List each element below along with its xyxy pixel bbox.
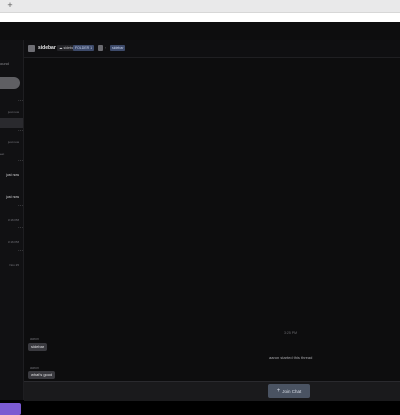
channel-header: sidebar ☁ sidebar FOLDER 1 › sidebar xyxy=(24,40,400,58)
app: ound ··· just now ··· just now eet ··· j… xyxy=(0,22,400,415)
sidebar-action-button[interactable] xyxy=(0,403,21,415)
tab-strip: + xyxy=(0,0,400,13)
more-icon[interactable]: ··· xyxy=(18,226,23,231)
more-icon[interactable]: ··· xyxy=(18,159,23,164)
sidebar-item-time: just now xyxy=(6,195,19,199)
message-author: aaron xyxy=(30,337,39,341)
time-divider: 3:25 PM xyxy=(284,331,298,335)
folder-chip[interactable]: FOLDER 1 xyxy=(73,45,95,51)
sidebar-item-label: eet xyxy=(0,152,5,156)
sidebar-item-time: just now xyxy=(7,140,19,144)
channel-name: sidebar xyxy=(38,45,56,51)
more-icon[interactable]: ··· xyxy=(18,249,23,254)
thread-chip[interactable]: sidebar xyxy=(110,45,126,51)
join-chat-label: Join Chat xyxy=(282,388,302,394)
plus-icon: + xyxy=(276,388,281,394)
more-icon[interactable]: ··· xyxy=(18,99,23,104)
sidebar-item-time: Nov 25 xyxy=(9,263,19,267)
sidebar-item-time: just now xyxy=(7,110,19,114)
sidebar-search-input[interactable] xyxy=(0,77,20,89)
sidebar-item-time: 3:16 PM xyxy=(7,240,19,244)
message-bubble: sidebar xyxy=(28,343,48,351)
square-icon[interactable] xyxy=(98,45,103,51)
sidebar-item-time: just now xyxy=(6,173,19,177)
more-icon[interactable]: ··· xyxy=(18,204,23,209)
sidebar-item-time: 3:16 PM xyxy=(7,218,19,222)
composer-footer: + Join Chat xyxy=(24,381,400,401)
system-message: aaron started this thread xyxy=(269,355,313,360)
new-tab-button[interactable]: + xyxy=(6,1,14,10)
sidebar-item[interactable]: 3:16 PM xyxy=(0,238,23,248)
message-author: aaron xyxy=(30,366,39,370)
sidebar-item[interactable]: just now xyxy=(0,193,23,203)
sidebar-item[interactable]: just now xyxy=(0,108,23,118)
breadcrumb-separator: › xyxy=(105,46,107,50)
sidebar-header: ound xyxy=(0,61,9,66)
sidebar-item[interactable]: just now xyxy=(0,171,23,181)
sidebar-item[interactable]: just now xyxy=(0,138,23,148)
browser-chrome: + xyxy=(0,0,400,23)
join-chat-button[interactable]: + Join Chat xyxy=(268,384,310,398)
sidebar-item[interactable]: Nov 25 xyxy=(0,261,23,271)
more-icon[interactable]: ··· xyxy=(18,129,23,134)
message-bubble: what's good xyxy=(28,371,56,379)
sidebar-item-active[interactable] xyxy=(0,118,23,128)
channel-avatar xyxy=(28,45,35,52)
sidebar: ound ··· just now ··· just now eet ··· j… xyxy=(0,40,24,415)
